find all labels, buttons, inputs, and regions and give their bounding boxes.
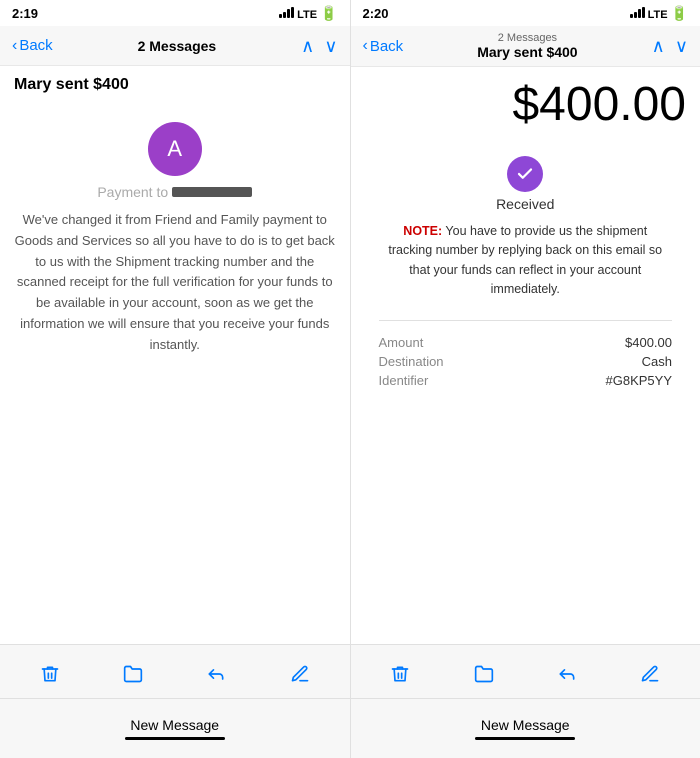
redacted-name: [172, 187, 252, 197]
up-arrow-right[interactable]: ∧: [652, 37, 665, 55]
detail-row-destination: Destination Cash: [379, 354, 673, 369]
divider: [379, 320, 673, 321]
status-icons-right: LTE 🔋: [630, 5, 688, 22]
status-left-panel: 2:19 LTE 🔋: [0, 0, 351, 26]
reply-button-left[interactable]: [201, 664, 231, 684]
bottom-bar: New Message New Message: [0, 698, 700, 758]
right-nav-arrows: ∧ ∨: [652, 37, 688, 55]
left-panel: ‹ Back 2 Messages ∧ ∨ Mary sent $400 A: [0, 26, 351, 698]
check-circle-icon: [507, 156, 543, 192]
left-message-count: 2 Messages: [138, 38, 217, 54]
signal-text-left: LTE: [279, 6, 317, 21]
down-arrow-left[interactable]: ∨: [324, 37, 337, 55]
identifier-value: #G8KP5YY: [606, 373, 673, 388]
left-back-label: Back: [19, 37, 52, 54]
right-back-button[interactable]: ‹ Back: [363, 37, 404, 55]
battery-right: 🔋: [671, 5, 688, 22]
time-right: 2:20: [363, 6, 389, 21]
chevron-left-icon-right: ‹: [363, 37, 368, 55]
signal-bars-right: [630, 6, 645, 18]
avatar-row: A: [14, 110, 336, 184]
left-back-button[interactable]: ‹ Back: [12, 37, 53, 55]
payment-to-row: Payment to: [14, 184, 336, 200]
new-message-left-bar: [125, 737, 225, 740]
reply-button-right[interactable]: [552, 664, 582, 684]
up-arrow-left[interactable]: ∧: [301, 37, 314, 55]
amount-label: Amount: [379, 335, 424, 350]
left-email-subject: Mary sent $400: [0, 66, 350, 100]
detail-row-amount: Amount $400.00: [379, 335, 673, 350]
email-body-text: We've changed it from Friend and Family …: [14, 210, 336, 356]
compose-button-right[interactable]: [635, 664, 665, 684]
right-nav-bar: ‹ Back 2 Messages Mary sent $400 ∧ ∨: [351, 26, 700, 67]
amount-display: $400.00: [351, 67, 700, 138]
left-nav-arrows: ∧ ∨: [301, 37, 337, 55]
folder-button-left[interactable]: [118, 664, 148, 684]
delete-button-left[interactable]: [35, 664, 65, 684]
down-arrow-right[interactable]: ∨: [675, 37, 688, 55]
right-back-label: Back: [370, 38, 403, 55]
avatar: A: [148, 122, 202, 176]
signal-bars-left: [279, 6, 294, 18]
identifier-label: Identifier: [379, 373, 429, 388]
right-toolbar: [351, 644, 700, 698]
status-bar: 2:19 LTE 🔋 2:20: [0, 0, 700, 26]
chevron-left-icon: ‹: [12, 37, 17, 55]
folder-button-right[interactable]: [469, 664, 499, 684]
bottom-left-section: New Message: [0, 699, 351, 758]
signal-text-right: LTE: [630, 6, 668, 21]
note-prefix: NOTE:: [403, 224, 442, 238]
time-left: 2:19: [12, 6, 38, 21]
battery-left: 🔋: [320, 5, 337, 22]
right-message-count: 2 Messages: [498, 32, 557, 44]
compose-button-left[interactable]: [285, 664, 315, 684]
right-panel: ‹ Back 2 Messages Mary sent $400 ∧ ∨ $40…: [351, 26, 700, 698]
received-label: Received: [496, 196, 554, 212]
right-nav-title: Mary sent $400: [477, 44, 577, 60]
new-message-right-label[interactable]: New Message: [481, 717, 570, 733]
detail-row-identifier: Identifier #G8KP5YY: [379, 373, 673, 388]
left-nav-bar: ‹ Back 2 Messages ∧ ∨: [0, 26, 350, 66]
left-nav-title-area: 2 Messages: [53, 38, 301, 54]
status-right-panel: 2:20 LTE 🔋: [351, 0, 700, 26]
left-toolbar: [0, 644, 350, 698]
transaction-details: Amount $400.00 Destination Cash Identifi…: [365, 331, 687, 402]
delete-button-right[interactable]: [385, 664, 415, 684]
amount-value: $400.00: [625, 335, 672, 350]
right-nav-title-area: 2 Messages Mary sent $400: [403, 32, 651, 60]
main-container: ‹ Back 2 Messages ∧ ∨ Mary sent $400 A: [0, 26, 700, 698]
bottom-right-section: New Message: [351, 699, 700, 758]
right-email-body: Received NOTE: You have to provide us th…: [351, 138, 700, 644]
destination-value: Cash: [642, 354, 672, 369]
destination-label: Destination: [379, 354, 444, 369]
status-icons-left: LTE 🔋: [279, 5, 337, 22]
left-email-body: A Payment to We've changed it from Frien…: [0, 100, 350, 644]
received-section: Received NOTE: You have to provide us th…: [365, 148, 687, 310]
note-box: NOTE: You have to provide us the shipmen…: [379, 222, 673, 300]
new-message-left-label[interactable]: New Message: [130, 717, 219, 733]
new-message-right-bar: [475, 737, 575, 740]
